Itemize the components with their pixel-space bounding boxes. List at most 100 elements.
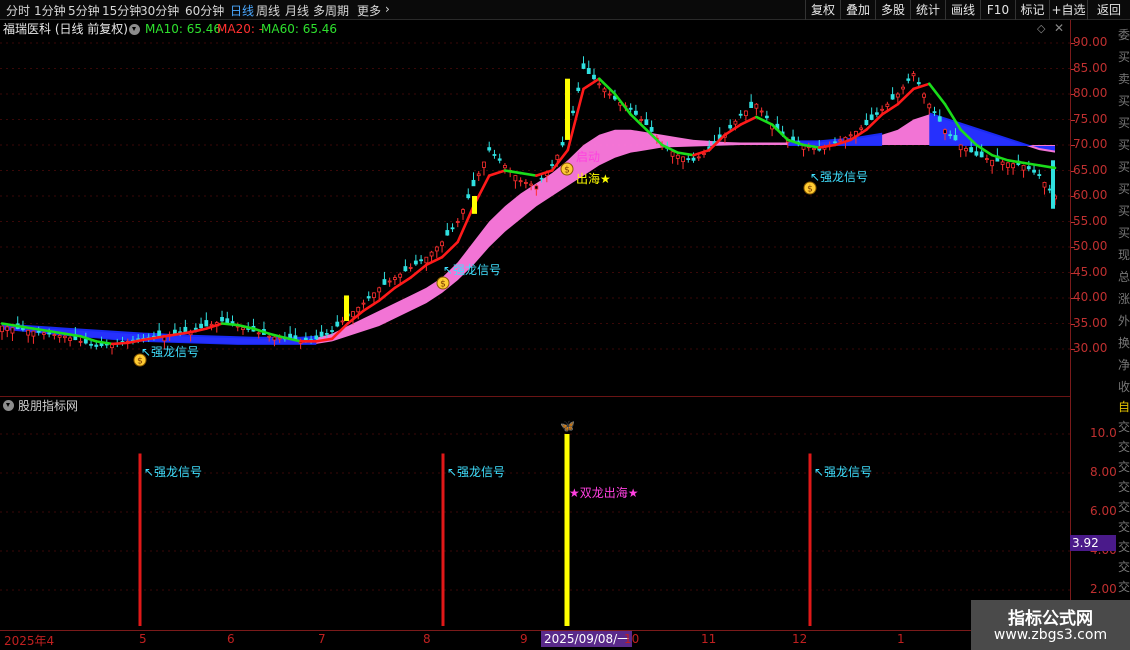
candle-body: [193, 327, 198, 330]
ma-trend-line: [252, 327, 271, 336]
candle-body: [922, 93, 926, 98]
candle-body: [833, 141, 837, 144]
candle-body: [31, 330, 36, 337]
start-signal-label: 启动: [576, 150, 600, 164]
candle-body: [408, 266, 413, 269]
indicator-bar: [138, 453, 142, 626]
candle-body: [607, 93, 612, 96]
lower-indicator-title[interactable]: 股朋指标网: [3, 397, 78, 415]
side-quote-char: 交: [1118, 500, 1130, 514]
candle-body: [1026, 166, 1031, 170]
candle-body: [83, 339, 88, 344]
strong-dragon-label: ↖强龙信号: [144, 465, 202, 479]
side-quote-char: 买: [1118, 204, 1130, 218]
strong-dragon-label: ↖强龙信号: [814, 465, 872, 479]
candle-body: [52, 334, 57, 336]
candle-body: [649, 127, 654, 132]
indicator-bar: [441, 453, 445, 626]
side-quote-char: 交: [1118, 580, 1130, 594]
candle-body: [1037, 174, 1042, 176]
candle-body: [47, 332, 52, 335]
side-quote-char: 交: [1118, 520, 1130, 534]
candle-body: [529, 183, 534, 186]
candle-body: [880, 108, 885, 111]
candle-body: [476, 173, 481, 177]
candle-body: [560, 142, 565, 146]
ma-trend-line: [377, 286, 397, 302]
candle-body: [518, 180, 523, 183]
candle-body: [492, 154, 497, 156]
candle-body: [990, 159, 995, 167]
strong-dragon-label: ↖强龙信号: [447, 465, 505, 479]
candle-body: [953, 135, 958, 141]
ma-trend-line: [990, 153, 1010, 162]
ma-trend-line: [692, 148, 711, 157]
ma-trend-line: [1022, 161, 1041, 167]
date-label: 2025年4: [4, 634, 55, 648]
candle-body: [398, 273, 403, 278]
price-tick-label: 75.00: [1073, 111, 1108, 126]
candle-body: [314, 335, 319, 340]
candle-body: [429, 251, 434, 257]
ma-trend-line: [597, 77, 617, 96]
candle-body: [948, 134, 953, 137]
ma-trend-line: [173, 330, 192, 337]
candle-body: [204, 320, 209, 327]
candle-body: [482, 161, 486, 168]
side-quote-char: 买: [1118, 182, 1130, 196]
candle-body: [256, 332, 261, 335]
candle-body: [539, 177, 544, 180]
candle-body: [419, 259, 424, 262]
ma-trend-line: [1006, 159, 1025, 165]
candle-body: [686, 158, 691, 160]
candle-body: [733, 120, 738, 125]
price-tick-mark: [1071, 349, 1075, 350]
candle-body: [220, 317, 224, 322]
candle-body: [241, 327, 245, 330]
side-quote-char: 收: [1118, 380, 1130, 394]
candle-body: [5, 326, 10, 331]
candle-body: [943, 129, 947, 134]
candle-body: [57, 334, 62, 338]
candle-body: [984, 158, 989, 161]
candle-body: [413, 260, 418, 265]
side-quote-char: 委: [1118, 28, 1130, 42]
candle-body: [864, 120, 869, 125]
candle-body: [901, 86, 905, 90]
candle-body: [974, 151, 979, 156]
side-quote-char: 交: [1118, 420, 1130, 434]
candle-body: [895, 93, 900, 98]
ma-trend-line: [629, 113, 648, 131]
candle-body: [450, 227, 455, 230]
ma-trend-line: [94, 340, 114, 346]
date-label: 10: [624, 632, 640, 646]
price-tick-mark: [1071, 196, 1075, 197]
candle-body: [702, 153, 706, 155]
ma-trend-line: [896, 87, 915, 106]
candle-body: [911, 73, 916, 77]
price-tick-label: 80.00: [1073, 86, 1108, 100]
double-dragon-label: ★双龙出海★: [569, 485, 639, 500]
ma-trend-line: [393, 276, 412, 290]
candle-body: [377, 287, 382, 293]
candle-body: [434, 246, 439, 252]
ma-trend-line: [440, 240, 460, 259]
ma-trend-line: [409, 263, 428, 279]
price-tick-label: 55.00: [1073, 213, 1108, 228]
candle-body: [351, 311, 355, 318]
price-tick-label: 40.00: [1073, 290, 1108, 304]
price-tick-label: 70.00: [1073, 137, 1108, 151]
indicator-name: 股朋指标网: [18, 399, 79, 413]
candle-body: [340, 320, 345, 323]
side-quote-char: 买: [1118, 116, 1130, 130]
dropdown-icon[interactable]: [3, 400, 14, 411]
value-tick-label: 6.00: [1090, 504, 1117, 518]
candle-body: [576, 87, 581, 91]
side-quote-char: 买: [1118, 50, 1130, 64]
candle-body: [523, 181, 528, 184]
candle-body: [744, 110, 748, 117]
ma-trend-line: [880, 102, 900, 116]
ma-trend-line: [519, 171, 538, 177]
signal-bar: [472, 196, 477, 214]
side-quote-char: 交: [1118, 480, 1130, 494]
